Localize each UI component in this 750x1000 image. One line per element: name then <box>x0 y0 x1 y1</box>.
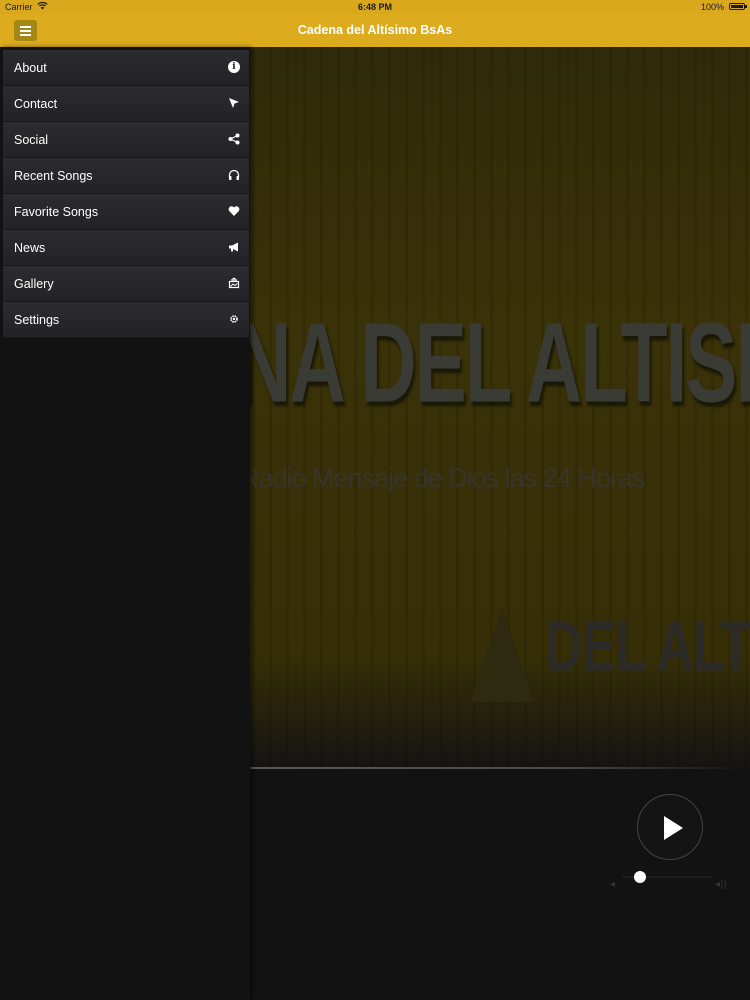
menu-item-label: Gallery <box>14 277 54 291</box>
gear-icon <box>228 313 240 325</box>
menu-item-label: Contact <box>14 97 58 111</box>
heart-icon <box>228 205 240 217</box>
menu-item-contact[interactable]: Contact <box>3 86 249 122</box>
battery-tip <box>745 5 747 8</box>
share-icon <box>228 133 240 145</box>
menu-item-social[interactable]: Social <box>3 122 249 158</box>
menu-item-gallery[interactable]: Gallery <box>3 266 249 302</box>
cursor-icon <box>228 97 240 109</box>
menu-item-about[interactable]: About i <box>3 50 249 86</box>
menu-item-label: News <box>14 241 46 255</box>
menu-item-label: Recent Songs <box>14 169 93 183</box>
navigation-bar: Cadena del Altísimo BsAs <box>0 14 750 47</box>
volume-low-icon: ◂ <box>610 879 616 890</box>
megaphone-icon <box>228 241 240 253</box>
battery-percentage: 100% <box>700 2 724 12</box>
menu-item-news[interactable]: News <box>3 230 249 266</box>
side-menu: About i Contact Social Recent Songs Favo… <box>0 47 250 1000</box>
play-button[interactable] <box>637 794 703 860</box>
menu-item-favorite-songs[interactable]: Favorite Songs <box>3 194 249 230</box>
menu-item-label: Settings <box>14 313 60 327</box>
menu-item-settings[interactable]: Settings <box>3 302 249 338</box>
banner-subtitle-text: Radio Mensaje de Dios las 24 Horas <box>240 463 645 493</box>
banner-title-text: NA DEL ALTISIMO <box>235 298 750 427</box>
menu-item-recent-songs[interactable]: Recent Songs <box>3 158 249 194</box>
menu-item-label: About <box>14 61 47 75</box>
info-icon: i <box>228 61 240 73</box>
battery-icon <box>729 3 745 10</box>
banner-logo-triangle <box>470 607 534 702</box>
volume-slider-handle[interactable] <box>634 871 646 883</box>
page-title: Cadena del Altísimo BsAs <box>297 23 453 37</box>
volume-high-icon: ◂)) <box>715 879 727 890</box>
status-bar: Carrier 6:48 PM 100% <box>0 0 750 14</box>
banner-secondary-text: DEL ALTISI <box>545 608 750 687</box>
menu-item-label: Favorite Songs <box>14 205 99 219</box>
clock: 6:48 PM <box>357 2 392 12</box>
menu-item-label: Social <box>14 133 49 147</box>
gallery-icon <box>228 277 240 289</box>
headphones-icon <box>228 169 240 181</box>
play-icon <box>664 816 683 840</box>
